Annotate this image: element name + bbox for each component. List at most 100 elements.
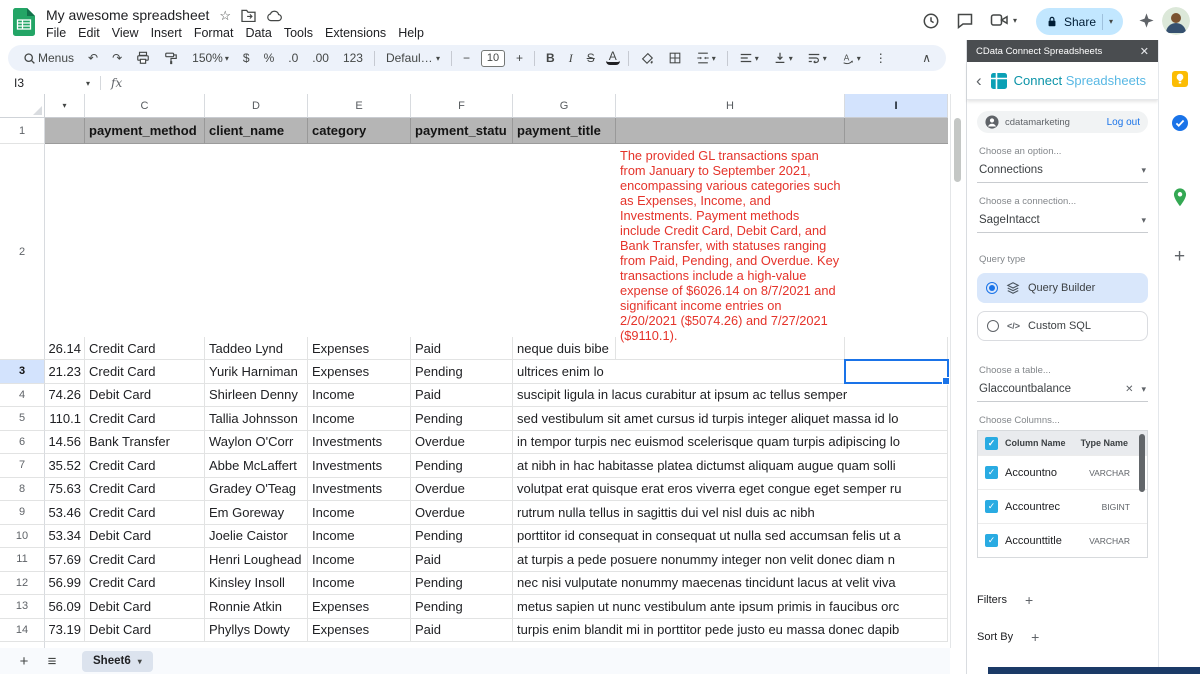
row-number[interactable]: 7	[0, 454, 45, 478]
cell-payment-title[interactable]: at turpis a pede posuere nonummy integer…	[513, 548, 948, 572]
cell-payment-status[interactable]: Pending	[411, 572, 513, 596]
clear-icon[interactable]: ✕	[1125, 384, 1133, 395]
gl-summary-note-cell[interactable]: The provided GL transactions span from J…	[620, 148, 841, 350]
cell-payment-status[interactable]: Overdue	[411, 501, 513, 525]
cell-payment-method[interactable]: Credit Card	[85, 478, 205, 502]
cell-amount[interactable]: 74.26	[45, 384, 85, 408]
row-number[interactable]: 3	[0, 360, 45, 384]
menus-search-button[interactable]: Menus	[20, 51, 77, 65]
row-number[interactable]: 11	[0, 548, 45, 572]
collapse-toolbar-icon[interactable]: ∧	[919, 51, 934, 65]
row-number[interactable]: 8	[0, 478, 45, 502]
cell-client-name[interactable]: Waylon O'Corr	[205, 431, 308, 455]
column-header-partial[interactable]: ▾	[45, 94, 85, 118]
menu-data[interactable]: Data	[239, 25, 277, 41]
vertical-scrollbar[interactable]	[950, 94, 963, 648]
cell-payment-title[interactable]: porttitor id consequat in consequat ut n…	[513, 525, 948, 549]
cell-payment-title[interactable]: volutpat erat quisque erat eros viverra …	[513, 478, 948, 502]
cell-payment-method[interactable]: Credit Card	[85, 407, 205, 431]
redo-icon[interactable]: ↷	[109, 51, 125, 65]
get-addons-plus-icon[interactable]: +	[1174, 247, 1185, 266]
row-number[interactable]: 13	[0, 595, 45, 619]
cell-payment-status[interactable]: Paid	[411, 548, 513, 572]
table-select[interactable]: Glaccountbalance ✕ ▾	[977, 378, 1148, 402]
comments-icon[interactable]	[956, 12, 974, 30]
cell-header-category[interactable]: category	[308, 118, 411, 144]
font-select[interactable]: Default...▾	[383, 51, 443, 65]
selected-cell-i3[interactable]	[844, 359, 949, 384]
cell-amount[interactable]: 26.14	[45, 337, 85, 360]
cell-category[interactable]: Expenses	[308, 360, 411, 384]
radio-unselected-icon[interactable]	[987, 320, 999, 332]
name-box[interactable]: I3 ▾	[0, 76, 90, 90]
cell-payment-title[interactable]: at nibh in hac habitasse platea dictumst…	[513, 454, 948, 478]
cell-payment-title[interactable]: in tempor turpis nec euismod scelerisque…	[513, 431, 948, 455]
document-title[interactable]: My awesome spreadsheet	[46, 7, 209, 23]
paint-format-icon[interactable]	[161, 51, 181, 65]
text-rotate-icon[interactable]: A ▾	[838, 51, 864, 65]
column-header-e[interactable]: E	[308, 94, 411, 118]
column-dropdown-icon[interactable]: ▾	[62, 101, 66, 110]
cell-payment-title[interactable]: neque duis bibe	[513, 337, 616, 360]
cell-category[interactable]: Income	[308, 548, 411, 572]
strikethrough-button[interactable]: S	[584, 51, 598, 65]
cell-client-name[interactable]: Gradey O'Teag	[205, 478, 308, 502]
menu-extensions[interactable]: Extensions	[319, 25, 392, 41]
cell-amount[interactable]: 14.56	[45, 431, 85, 455]
cell-client-name[interactable]: Taddeo Lynd	[205, 337, 308, 360]
column-checkbox[interactable]: ✓	[985, 534, 998, 547]
cell-client-name[interactable]: Ronnie Atkin	[205, 595, 308, 619]
move-folder-icon[interactable]	[241, 9, 256, 22]
gemini-sparkle-icon[interactable]	[1138, 12, 1155, 29]
column-header-f[interactable]: F	[411, 94, 513, 118]
cell-amount[interactable]: 53.46	[45, 501, 85, 525]
cell-payment-status[interactable]: Paid	[411, 337, 513, 360]
column-header-g[interactable]: G	[513, 94, 616, 118]
row-number[interactable]: 10	[0, 525, 45, 549]
zoom-select[interactable]: 150%▾	[189, 51, 232, 65]
select-all-checkbox[interactable]: ✓	[985, 437, 998, 450]
cell-payment-status[interactable]: Pending	[411, 525, 513, 549]
cell-amount[interactable]: 57.69	[45, 548, 85, 572]
cell-payment-title[interactable]: suscipit ligula in lacus curabitur at ip…	[513, 384, 948, 408]
add-filter-icon[interactable]: +	[1025, 592, 1033, 608]
cell-category[interactable]: Income	[308, 384, 411, 408]
menu-edit[interactable]: Edit	[72, 25, 106, 41]
share-chevron-down-icon[interactable]: ▾	[1109, 17, 1113, 26]
text-color-button[interactable]: A	[606, 51, 620, 65]
cell-payment-status[interactable]: Paid	[411, 384, 513, 408]
cell-category[interactable]: Investments	[308, 454, 411, 478]
row-number[interactable]: 14	[0, 619, 45, 643]
cell-payment-method[interactable]: Credit Card	[85, 360, 205, 384]
tasks-icon[interactable]	[1171, 114, 1189, 132]
cell-payment-title[interactable]: turpis enim blandit mi in porttitor pede…	[513, 619, 948, 643]
logout-link[interactable]: Log out	[1107, 117, 1140, 128]
column-header-d[interactable]: D	[205, 94, 308, 118]
close-icon[interactable]: ✕	[1140, 45, 1149, 58]
decrease-font-size-button[interactable]: −	[460, 51, 473, 65]
select-all-corner[interactable]	[0, 94, 45, 118]
star-icon[interactable]: ☆	[219, 9, 231, 22]
cell-payment-title[interactable]: metus sapien ut nunc vestibulum ante ips…	[513, 595, 948, 619]
fill-color-icon[interactable]	[637, 51, 657, 65]
sheet-tab-active[interactable]: Sheet6 ▾	[82, 651, 153, 672]
cell-amount[interactable]: 75.63	[45, 478, 85, 502]
cell-amount[interactable]: 56.09	[45, 595, 85, 619]
sheets-logo-icon[interactable]	[13, 8, 35, 36]
keep-icon[interactable]	[1171, 70, 1189, 88]
cell-payment-status[interactable]: Paid	[411, 619, 513, 643]
cell-category[interactable]: Income	[308, 572, 411, 596]
column-header-i-selected[interactable]: I	[845, 94, 948, 118]
cell-amount[interactable]: 35.52	[45, 454, 85, 478]
cell-header-payment-status[interactable]: payment_statu	[411, 118, 513, 144]
cell-empty[interactable]	[845, 337, 948, 360]
share-button[interactable]: Share ▾	[1036, 8, 1123, 35]
row-number[interactable]: 6	[0, 431, 45, 455]
cell-payment-method[interactable]: Credit Card	[85, 548, 205, 572]
merge-cells-icon[interactable]: ▾	[693, 51, 719, 65]
cell-client-name[interactable]: Henri Loughead	[205, 548, 308, 572]
menu-help[interactable]: Help	[392, 25, 430, 41]
cell-payment-title[interactable]: sed vestibulum sit amet cursus id turpis…	[513, 407, 948, 431]
cell-client-name[interactable]: Shirleen Denny	[205, 384, 308, 408]
cell-payment-method[interactable]: Debit Card	[85, 619, 205, 643]
